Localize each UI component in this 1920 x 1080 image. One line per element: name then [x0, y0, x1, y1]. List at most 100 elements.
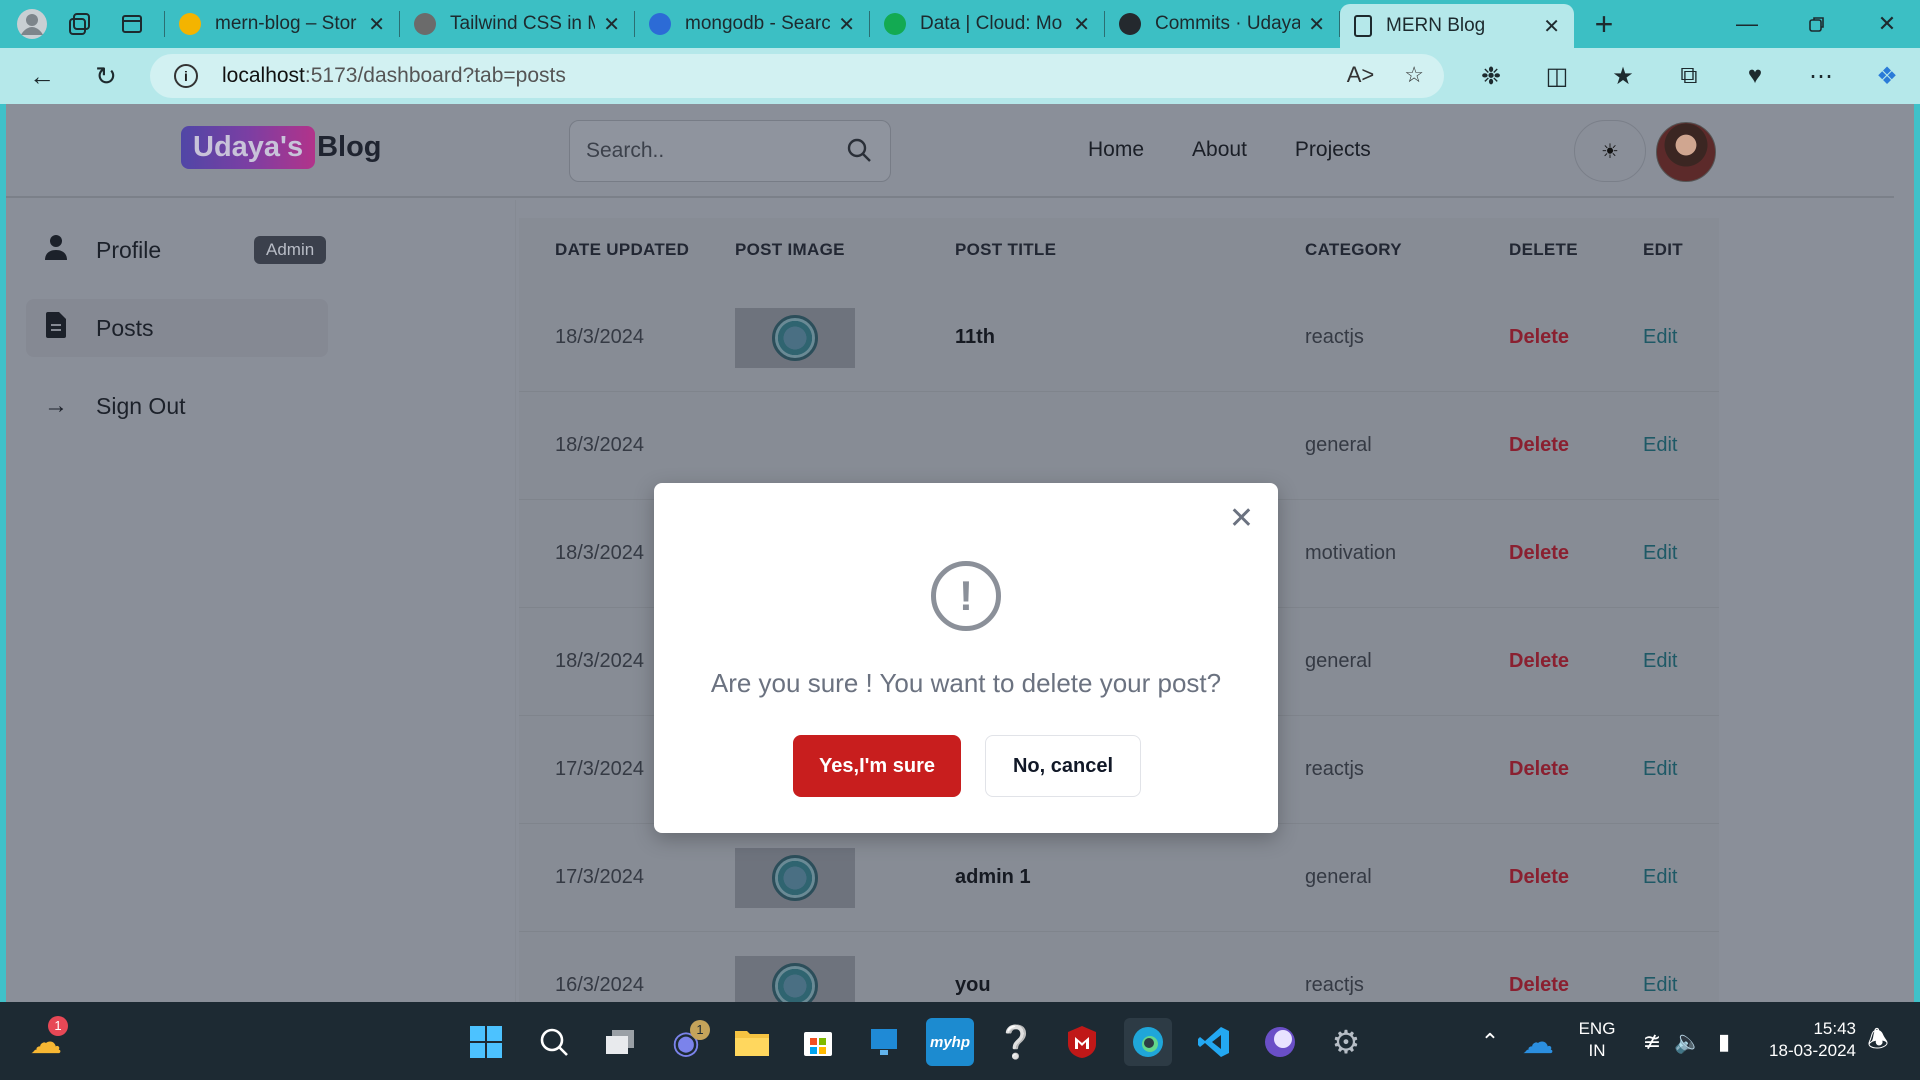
tab-actions-icon[interactable] [112, 4, 152, 44]
collections-icon[interactable]: ⧉ [1656, 62, 1722, 90]
edge-icon[interactable] [1124, 1018, 1172, 1066]
browser-tab[interactable]: MERN Blog ✕ [1340, 4, 1574, 48]
delete-link[interactable]: Delete [1509, 542, 1569, 565]
myhp-icon[interactable]: myhp [926, 1018, 974, 1066]
site-logo[interactable]: Udaya's Blog [181, 126, 382, 169]
back-arrow-icon[interactable]: ← [10, 48, 74, 104]
post-thumbnail[interactable] [735, 308, 855, 368]
copilot-icon[interactable]: ❖ [1854, 62, 1920, 91]
sidebar-item-sign-out[interactable]: → Sign Out [26, 377, 328, 435]
favorite-star-icon[interactable]: ☆ [1404, 62, 1424, 88]
url-path: :5173/dashboard?tab=posts [304, 64, 566, 87]
battery-icon[interactable]: ▮ [1700, 1018, 1748, 1066]
browser-tab[interactable]: Data | Cloud: Mo ✕ [870, 0, 1104, 48]
nav-about[interactable]: About [1192, 138, 1247, 162]
favorites-icon[interactable]: ★ [1590, 62, 1656, 91]
extensions-icon[interactable]: ❉ [1458, 62, 1524, 91]
chevron-up-icon[interactable]: ⌃ [1466, 1018, 1514, 1066]
browser-tab[interactable]: mongodb - Searc ✕ [635, 0, 869, 48]
mcafee-icon[interactable] [1058, 1018, 1106, 1066]
table-row: 16/3/2024 you reactjs Delete Edit [519, 932, 1719, 1002]
theme-toggle-button[interactable]: ☀ [1574, 120, 1646, 182]
close-tab-icon[interactable]: ✕ [1308, 12, 1325, 37]
task-view-icon[interactable] [596, 1018, 644, 1066]
edit-link[interactable]: Edit [1643, 866, 1677, 889]
split-screen-icon[interactable]: ◫ [1524, 62, 1590, 91]
clock[interactable]: 15:43 18-03-2024 [1756, 1018, 1856, 1062]
edit-link[interactable]: Edit [1643, 974, 1677, 997]
workspaces-icon[interactable] [60, 4, 100, 44]
site-info-icon[interactable]: i [174, 64, 198, 88]
sidebar-item-profile[interactable]: Profile Admin [26, 221, 328, 279]
notification-bell-icon[interactable]: 🕭 [1854, 1018, 1902, 1066]
delete-link[interactable]: Delete [1509, 326, 1569, 349]
tab-label: mongodb - Searc [685, 13, 831, 34]
browser-tab[interactable]: Commits · Udaya ✕ [1105, 0, 1339, 48]
modal-message: Are you sure ! You want to delete your p… [710, 668, 1222, 698]
post-title-cell[interactable]: you [955, 974, 991, 997]
microsoft-store-icon[interactable] [794, 1018, 842, 1066]
url-field[interactable]: i localhost:5173/dashboard?tab=posts A˃ … [150, 54, 1444, 98]
dashboard-sidebar: Profile Admin Posts → Sign Out [6, 200, 516, 1002]
onedrive-icon[interactable]: ☁ [1514, 1018, 1562, 1066]
profile-icon[interactable] [12, 4, 52, 44]
close-icon[interactable]: ✕ [1229, 501, 1254, 536]
edit-link[interactable]: Edit [1643, 650, 1677, 673]
close-tab-icon[interactable]: ✕ [838, 12, 855, 37]
nav-projects[interactable]: Projects [1295, 138, 1371, 162]
date-cell: 18/3/2024 [555, 650, 644, 672]
eclipse-icon[interactable] [1256, 1018, 1304, 1066]
search-icon[interactable] [530, 1018, 578, 1066]
read-aloud-icon[interactable]: A˃ [1347, 62, 1375, 88]
category-cell: general [1305, 866, 1372, 888]
edit-link[interactable]: Edit [1643, 542, 1677, 565]
cancel-button[interactable]: No, cancel [985, 735, 1141, 797]
browser-tab[interactable]: Tailwind CSS in M ✕ [400, 0, 634, 48]
edit-link[interactable]: Edit [1643, 326, 1677, 349]
language-indicator[interactable]: ENG IN [1572, 1018, 1622, 1062]
post-title-cell[interactable]: admin 1 [955, 866, 1031, 889]
close-tab-icon[interactable]: ✕ [1543, 14, 1560, 39]
delete-link[interactable]: Delete [1509, 758, 1569, 781]
language-text: ENG [1578, 1019, 1616, 1038]
search-icon[interactable] [846, 137, 872, 170]
post-thumbnail[interactable] [735, 848, 855, 908]
nav-home[interactable]: Home [1088, 138, 1144, 162]
start-icon[interactable] [462, 1018, 510, 1066]
close-tab-icon[interactable]: ✕ [1073, 12, 1090, 37]
region-text: IN [1588, 1041, 1606, 1060]
avatar[interactable] [1656, 122, 1716, 182]
post-thumbnail[interactable] [735, 956, 855, 1002]
delete-link[interactable]: Delete [1509, 974, 1569, 997]
close-tab-icon[interactable]: ✕ [603, 12, 620, 37]
edit-link[interactable]: Edit [1643, 758, 1677, 781]
refresh-icon[interactable]: ↻ [74, 48, 138, 104]
minimize-icon[interactable]: — [1712, 0, 1782, 48]
browser-essentials-icon[interactable]: ♥ [1722, 62, 1788, 90]
user-icon [42, 234, 70, 267]
column-header: EDIT [1643, 240, 1683, 259]
delete-link[interactable]: Delete [1509, 650, 1569, 673]
browser-tab[interactable]: mern-blog – Stor ✕ [165, 0, 399, 48]
restore-icon[interactable] [1782, 0, 1852, 48]
more-options-icon[interactable]: ⋯ [1788, 62, 1854, 91]
new-tab-icon[interactable]: + [1584, 4, 1624, 44]
category-cell: reactjs [1305, 974, 1364, 996]
confirm-delete-button[interactable]: Yes,I'm sure [793, 735, 961, 797]
column-header: POST TITLE [955, 240, 1057, 259]
close-window-icon[interactable]: ✕ [1852, 0, 1920, 48]
remote-desktop-icon[interactable] [860, 1018, 908, 1066]
search-input[interactable]: Search.. [569, 120, 891, 182]
delete-confirm-modal: ✕ ! Are you sure ! You want to delete yo… [654, 483, 1278, 833]
sidebar-item-posts[interactable]: Posts [26, 299, 328, 357]
vscode-icon[interactable] [1190, 1018, 1238, 1066]
file-explorer-icon[interactable] [728, 1018, 776, 1066]
search-icon [649, 13, 671, 35]
post-title-cell[interactable]: 11th [955, 326, 995, 349]
edit-link[interactable]: Edit [1643, 434, 1677, 457]
delete-link[interactable]: Delete [1509, 434, 1569, 457]
settings-gear-icon[interactable]: ⚙ [1322, 1018, 1370, 1066]
close-tab-icon[interactable]: ✕ [368, 12, 385, 37]
help-icon[interactable]: ❔ [992, 1018, 1040, 1066]
delete-link[interactable]: Delete [1509, 866, 1569, 889]
